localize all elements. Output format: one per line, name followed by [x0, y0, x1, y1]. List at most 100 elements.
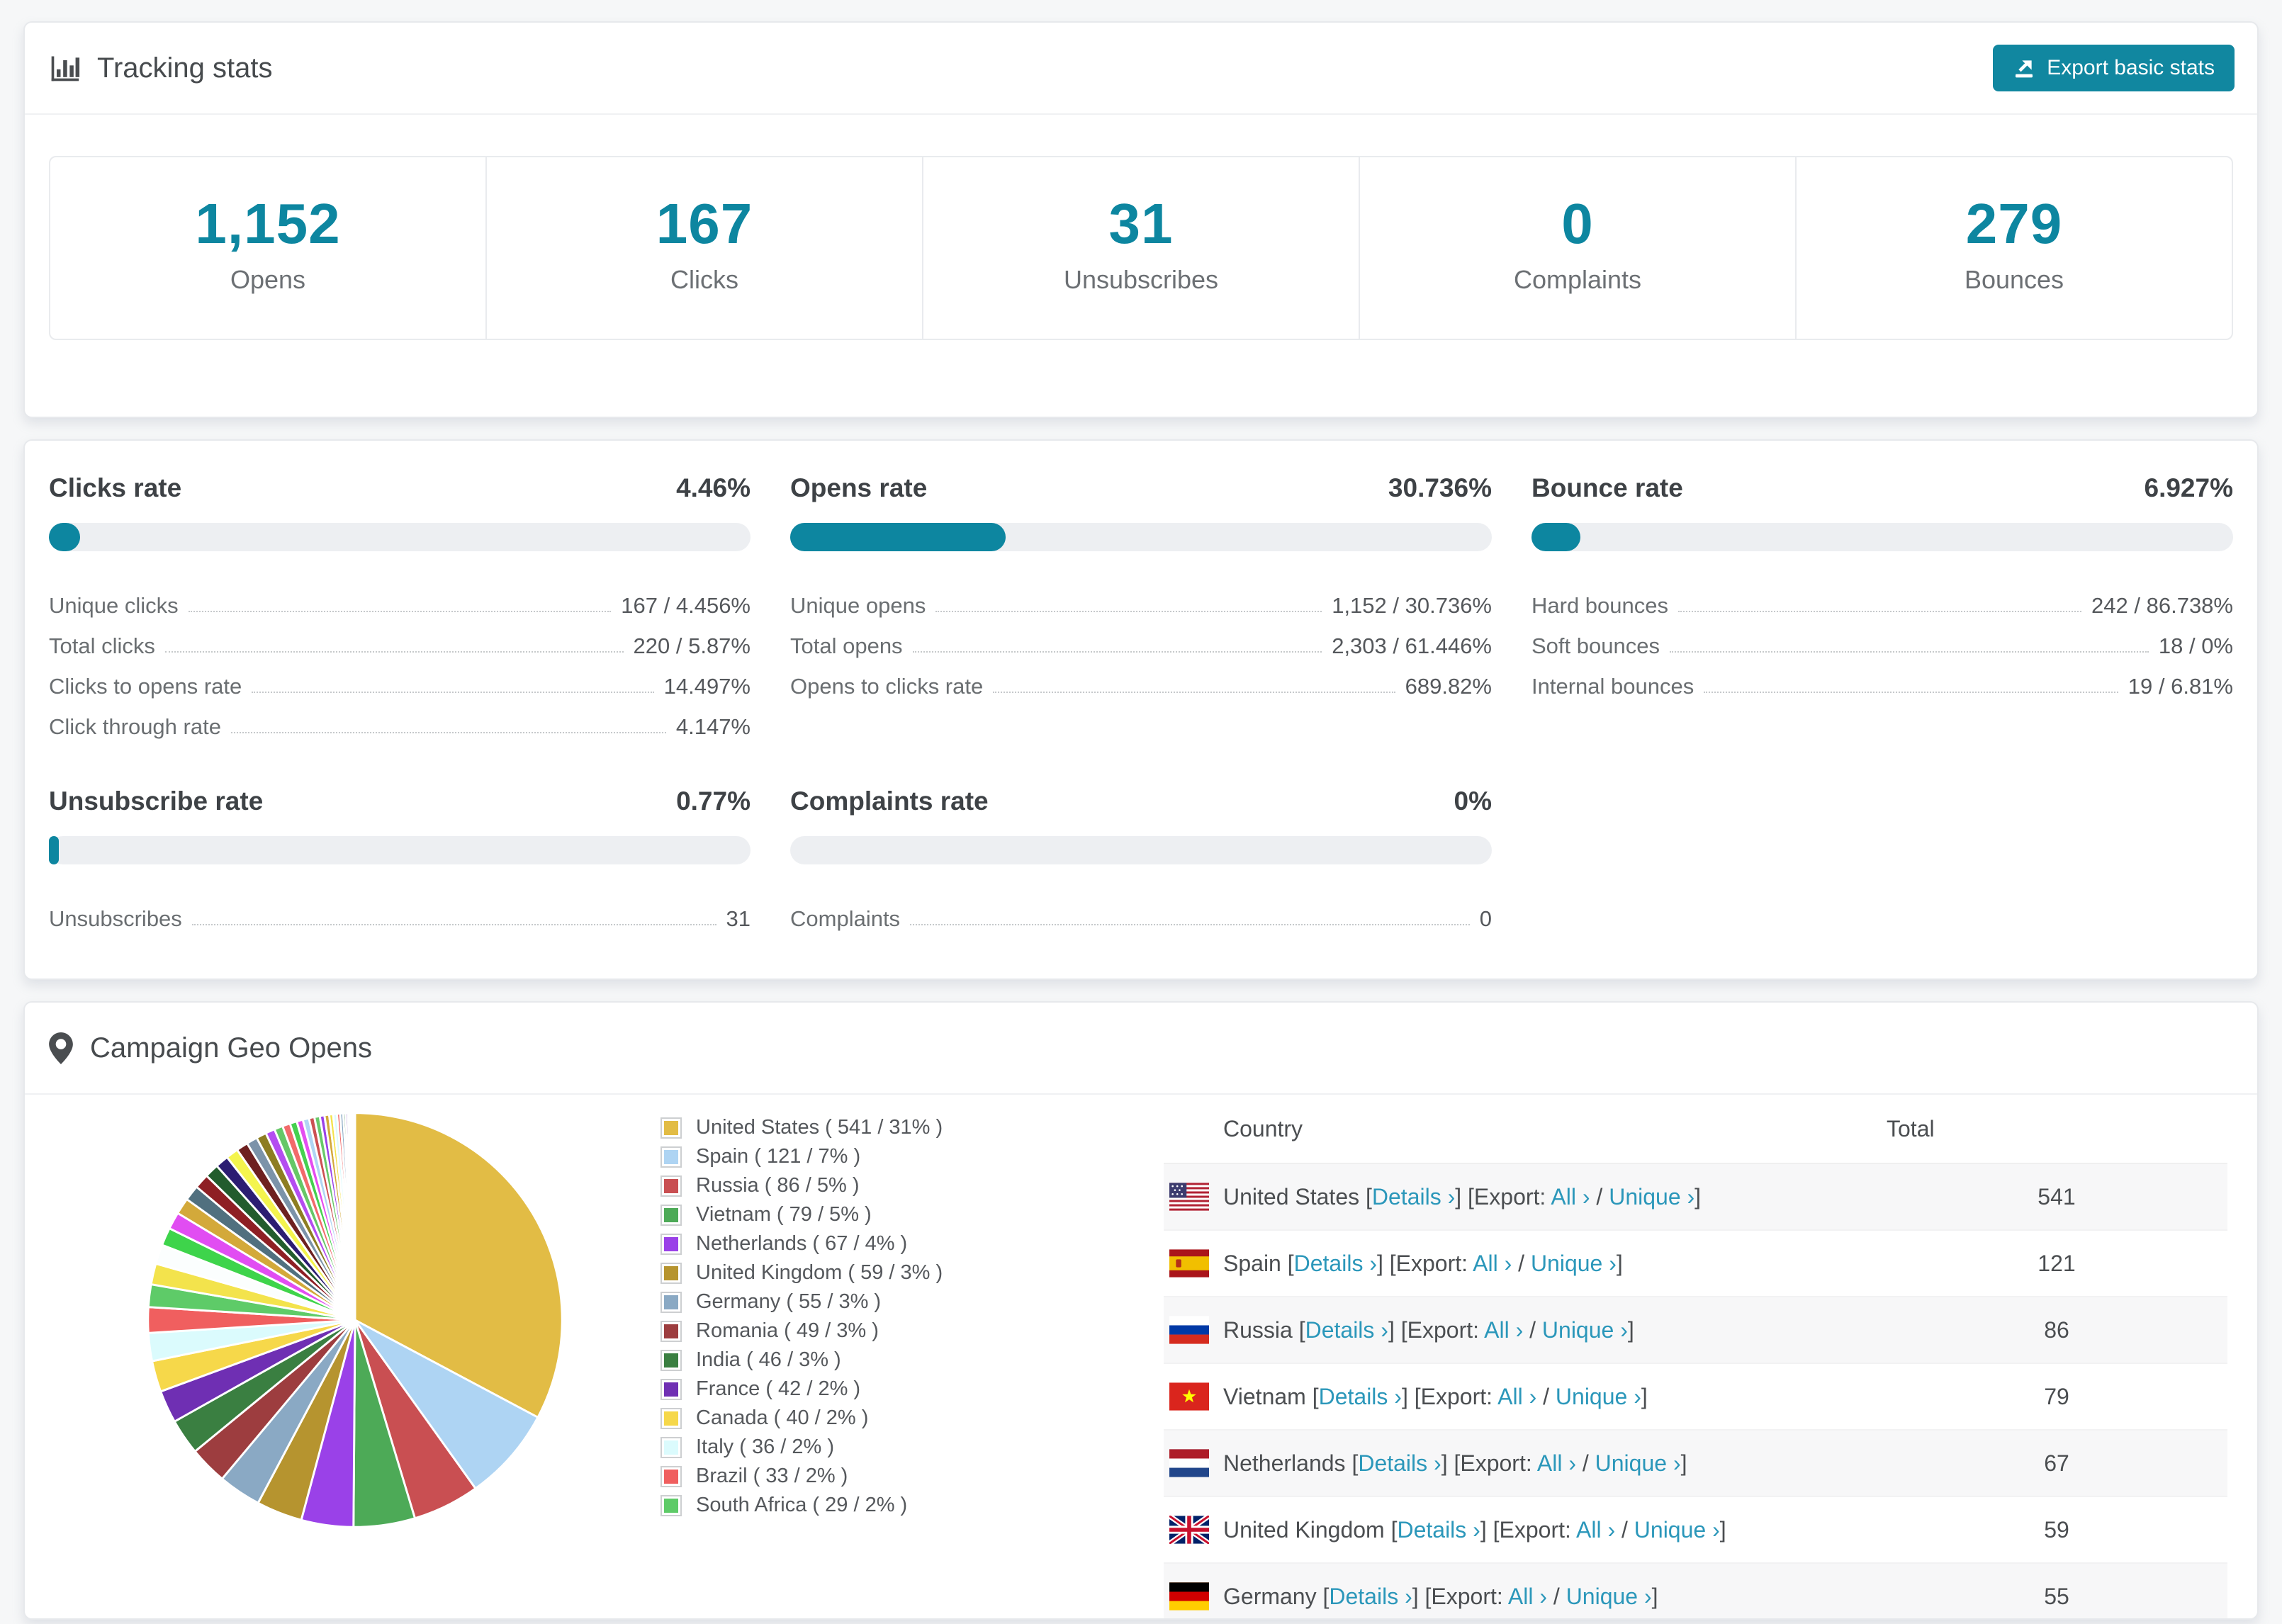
dotted-leader: [993, 692, 1395, 693]
rate-stat-row: Unique opens 1,152 / 30.736%: [790, 578, 1492, 619]
slash: /: [1512, 1250, 1531, 1276]
rate-percentage: 0%: [1454, 786, 1492, 816]
rate-stat-label: Clicks to opens rate: [49, 674, 242, 699]
export-label: ] [Export:: [1376, 1250, 1473, 1276]
legend-item-india: India ( 46 / 3% ): [661, 1346, 943, 1375]
geo-legend: United States ( 541 / 31% ) Spain ( 121 /…: [661, 1113, 943, 1520]
rate-stat-row: Complaints 0: [790, 891, 1492, 932]
stat-label: Unsubscribes: [1063, 265, 1219, 294]
geo-table-header-row: Country Total: [1164, 1095, 2227, 1164]
export-all-link[interactable]: All ›: [1576, 1517, 1615, 1543]
rate-stat-label: Internal bounces: [1531, 674, 1694, 699]
export-unique-link[interactable]: Unique ›: [1542, 1317, 1628, 1343]
details-link[interactable]: Details ›: [1319, 1384, 1402, 1409]
legend-item-brazil: Brazil ( 33 / 2% ): [661, 1462, 943, 1491]
legend-swatch: [661, 1262, 682, 1284]
gb-flag-icon: [1169, 1516, 1222, 1544]
legend-label: Brazil ( 33 / 2% ): [696, 1465, 848, 1487]
geo-table-row-de: Germany [Details ›] [Export: All › / Uni…: [1164, 1563, 2227, 1618]
rate-title: Unsubscribe rate: [49, 786, 264, 816]
export-unique-link[interactable]: Unique ›: [1595, 1450, 1681, 1476]
export-all-link[interactable]: All ›: [1497, 1384, 1536, 1409]
flag-column-header: [1164, 1095, 1222, 1164]
stat-box-bounces: 279 Bounces: [1795, 157, 2232, 339]
geo-pie-chart: [147, 1112, 563, 1528]
export-icon: [2013, 57, 2035, 79]
rate-stat-value: 18 / 0%: [2158, 633, 2233, 658]
stat-label: Clicks: [670, 265, 738, 294]
details-link[interactable]: Details ›: [1397, 1517, 1480, 1543]
details-link[interactable]: Details ›: [1358, 1450, 1441, 1476]
rate-stat-value: 167 / 4.456%: [621, 593, 751, 618]
details-link[interactable]: Details ›: [1372, 1184, 1455, 1209]
legend-label: United States ( 541 / 31% ): [696, 1116, 943, 1139]
country-name: United Kingdom: [1223, 1516, 1385, 1543]
export-all-link[interactable]: All ›: [1537, 1450, 1576, 1476]
details-link[interactable]: Details ›: [1329, 1584, 1412, 1609]
rates-card: Clicks rate 4.46% Unique clicks 167 / 4.456…: [23, 439, 2259, 980]
rate-stat-row: Click through rate 4.147%: [49, 699, 751, 740]
details-link[interactable]: Details ›: [1305, 1317, 1388, 1343]
export-unique-link[interactable]: Unique ›: [1531, 1251, 1617, 1276]
rate-stat-row: Soft bounces 18 / 0%: [1531, 619, 2233, 659]
country-total: 541: [2038, 1183, 2076, 1209]
export-label: ] [Export:: [1480, 1516, 1576, 1543]
export-unique-link[interactable]: Unique ›: [1609, 1184, 1694, 1209]
export-label: ] [Export:: [1388, 1316, 1485, 1343]
geo-table-row-gb: United Kingdom [Details ›] [Export: All …: [1164, 1496, 2227, 1563]
stat-label: Bounces: [1964, 265, 2064, 294]
geo-title: Campaign Geo Opens: [90, 1032, 373, 1064]
stat-label: Opens: [230, 265, 306, 294]
details-link[interactable]: Details ›: [1294, 1251, 1377, 1276]
legend-swatch: [661, 1349, 682, 1371]
geo-table-row-es: Spain [Details ›] [Export: All › / Uniqu…: [1164, 1230, 2227, 1297]
slash: /: [1547, 1583, 1566, 1609]
slash: /: [1590, 1183, 1609, 1209]
legend-item-canada: Canada ( 40 / 2% ): [661, 1404, 943, 1433]
export-basic-stats-button[interactable]: Export basic stats: [1993, 45, 2235, 91]
legend-label: Canada ( 40 / 2% ): [696, 1406, 869, 1429]
legend-label: Spain ( 121 / 7% ): [696, 1145, 861, 1168]
country-name: United States: [1223, 1183, 1360, 1209]
export-all-link[interactable]: All ›: [1508, 1584, 1547, 1609]
geo-table-row-ru: Russia [Details ›] [Export: All › / Uniq…: [1164, 1297, 2227, 1363]
ru-flag-icon: [1169, 1316, 1222, 1344]
bracket: [: [1287, 1250, 1294, 1276]
slash: /: [1536, 1383, 1556, 1409]
country-name: Russia: [1223, 1316, 1293, 1343]
rate-block-opens-rate: Opens rate 30.736% Unique opens 1,152 / 30.…: [790, 473, 1492, 740]
stat-value: 167: [656, 192, 753, 255]
export-all-link[interactable]: All ›: [1484, 1317, 1523, 1343]
country-total: 55: [2044, 1583, 2069, 1609]
export-unique-link[interactable]: Unique ›: [1634, 1517, 1720, 1543]
country-name: Netherlands: [1223, 1450, 1346, 1476]
rate-stat-label: Click through rate: [49, 714, 221, 739]
rate-stat-row: Hard bounces 242 / 86.738%: [1531, 578, 2233, 619]
rate-stat-row: Internal bounces 19 / 6.81%: [1531, 659, 2233, 699]
export-unique-link[interactable]: Unique ›: [1566, 1584, 1652, 1609]
progress-bar: [49, 836, 751, 864]
legend-item-vietnam: Vietnam ( 79 / 5% ): [661, 1200, 943, 1229]
progress-bar-fill: [49, 836, 59, 864]
legend-label: South Africa ( 29 / 2% ): [696, 1494, 908, 1516]
progress-bar: [49, 523, 751, 551]
pie-slice-other: [353, 1112, 356, 1321]
rate-stat-row: Total opens 2,303 / 61.446%: [790, 619, 1492, 659]
export-unique-link[interactable]: Unique ›: [1556, 1384, 1641, 1409]
legend-item-france: France ( 42 / 2% ): [661, 1375, 943, 1404]
export-label: ] [Export:: [1455, 1183, 1551, 1209]
rate-percentage: 6.927%: [2144, 473, 2234, 502]
rate-stat-label: Soft bounces: [1531, 633, 1660, 658]
export-label: ] [Export:: [1441, 1450, 1537, 1476]
geo-card: Campaign Geo Opens United States ( 541 /…: [23, 1001, 2259, 1620]
export-button-label: Export basic stats: [2047, 56, 2215, 79]
rate-stat-row: Total clicks 220 / 5.87%: [49, 619, 751, 659]
legend-item-romania: Romania ( 49 / 3% ): [661, 1316, 943, 1346]
export-all-link[interactable]: All ›: [1473, 1251, 1512, 1276]
rate-percentage: 4.46%: [676, 473, 751, 502]
us-flag-icon: [1169, 1183, 1222, 1211]
legend-swatch: [661, 1146, 682, 1168]
export-all-link[interactable]: All ›: [1551, 1184, 1590, 1209]
legend-swatch: [661, 1175, 682, 1197]
legend-swatch: [661, 1436, 682, 1458]
